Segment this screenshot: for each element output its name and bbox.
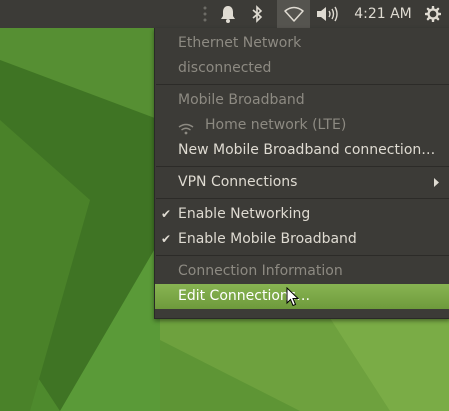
notification-bell-icon[interactable] bbox=[214, 0, 242, 28]
enable-mobile-broadband-item[interactable]: ✔ Enable Mobile Broadband bbox=[155, 227, 449, 252]
checkmark-icon: ✔ bbox=[161, 207, 172, 221]
enable-networking-item[interactable]: ✔ Enable Networking bbox=[155, 202, 449, 227]
mobile-broadband-header: Mobile Broadband bbox=[178, 92, 305, 108]
menu-separator bbox=[156, 166, 449, 167]
wifi-icon[interactable] bbox=[277, 0, 310, 28]
ethernet-status: disconnected bbox=[178, 60, 272, 76]
gear-icon[interactable] bbox=[421, 0, 445, 28]
clock[interactable]: 4:21 AM bbox=[352, 0, 414, 28]
connection-information-item: Connection Information bbox=[178, 263, 343, 279]
edit-connections-item[interactable]: Edit Connections… bbox=[155, 284, 449, 309]
mouse-cursor-icon bbox=[286, 287, 300, 307]
home-network-item: Home network (LTE) bbox=[155, 113, 449, 138]
menu-separator bbox=[156, 198, 449, 199]
vpn-connections-item[interactable]: VPN Connections bbox=[155, 170, 449, 195]
menu-separator bbox=[156, 255, 449, 256]
menu-separator bbox=[156, 84, 449, 85]
new-mobile-broadband-item[interactable]: New Mobile Broadband connection… bbox=[155, 138, 449, 163]
checkmark-icon: ✔ bbox=[161, 232, 172, 246]
volume-icon[interactable] bbox=[313, 0, 341, 28]
network-menu: Ethernet Network disconnected Mobile Bro… bbox=[154, 28, 449, 319]
ethernet-network-header: Ethernet Network bbox=[178, 35, 302, 51]
bluetooth-icon[interactable] bbox=[245, 0, 269, 28]
top-panel: 4:21 AM bbox=[0, 0, 449, 28]
drag-handle-icon bbox=[198, 0, 212, 28]
